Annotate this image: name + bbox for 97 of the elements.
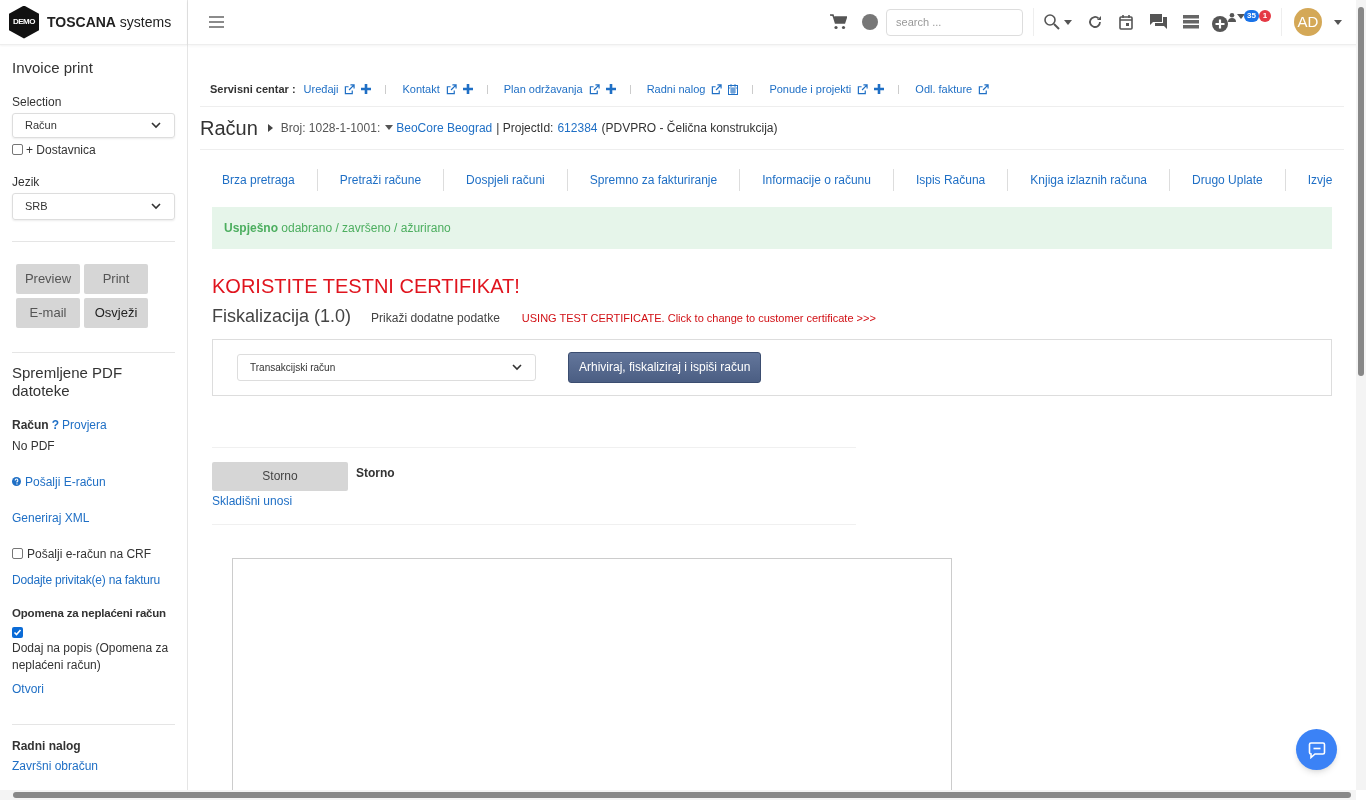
- section-label: Opomena za neplaćeni račun: [12, 605, 167, 621]
- service-link[interactable]: Radni nalog: [646, 81, 706, 98]
- service-link[interactable]: Uređaji: [303, 81, 339, 98]
- service-link[interactable]: Ponude i projekti: [769, 81, 852, 98]
- menu-icon[interactable]: [209, 16, 224, 28]
- nav-tab[interactable]: Informacije o računu: [740, 170, 893, 189]
- section-title: Spremljene PDF datoteke: [12, 363, 124, 400]
- checkbox-label: Pošalji e-račun na CRF: [27, 545, 152, 563]
- sidebar-title: Invoice print: [12, 58, 94, 78]
- caret-icon: [1237, 13, 1246, 19]
- warehouse-entries-link[interactable]: Skladišni unosi: [212, 491, 1344, 510]
- project-description: (PDVPRO - Čelična konstrukcija): [601, 119, 778, 137]
- test-certificate-link[interactable]: USING TEST CERTIFICATE. Click to change to customer certificate >>>: [521, 309, 876, 326]
- nav-tab[interactable]: Ispis Računa: [893, 170, 1008, 189]
- checkbox[interactable]: [12, 144, 23, 155]
- external-link-icon[interactable]: [445, 83, 457, 95]
- service-link[interactable]: Plan održavanja: [503, 81, 583, 98]
- vertical-scrollbar[interactable]: [1356, 0, 1366, 790]
- help-mark[interactable]: ?: [51, 415, 60, 434]
- plus-icon[interactable]: [874, 84, 885, 95]
- field-label: Selection: [12, 93, 63, 111]
- user-icon[interactable]: [1228, 12, 1237, 22]
- help-icon[interactable]: [12, 477, 21, 486]
- notification-badge[interactable]: 35: [1244, 9, 1259, 22]
- receipt-type-dropdown[interactable]: Transakcijski račun: [237, 353, 536, 381]
- service-link[interactable]: Odl. fakture: [915, 81, 973, 98]
- invoice-number: Broj: 1028-1-1001:: [280, 119, 381, 137]
- plus-icon[interactable]: [361, 84, 372, 95]
- generate-xml-link[interactable]: Generiraj XML: [12, 508, 175, 527]
- search-icon[interactable]: [1044, 14, 1061, 30]
- final-settlement-link[interactable]: Završni obračun: [12, 756, 175, 775]
- checkbox[interactable]: [12, 548, 23, 559]
- reminder-text: Dodaj na popis (Opomena za neplaćeni račun): [12, 639, 170, 674]
- checkbox-label: + Dostavnica: [26, 141, 96, 159]
- success-message: Uspješno odabrano / završeno / ažurirano: [224, 219, 451, 237]
- open-link[interactable]: Otvori: [12, 679, 175, 698]
- fiscalize-button[interactable]: Arhiviraj, fiskaliziraj i ispiši račun: [568, 351, 762, 383]
- service-link[interactable]: Kontakt: [402, 81, 440, 98]
- service-center-label: Servisni centar :: [210, 82, 296, 97]
- add-circle-icon[interactable]: [1212, 15, 1229, 32]
- show-details-link[interactable]: Prikaži dodatne podatke: [371, 308, 500, 327]
- checkbox[interactable]: [12, 626, 23, 638]
- chevron-down-icon: [150, 200, 162, 212]
- external-link-icon[interactable]: [978, 83, 990, 95]
- external-link-icon[interactable]: [588, 83, 600, 95]
- nav-tab[interactable]: Brza pretraga: [200, 170, 317, 189]
- sidebar-button[interactable]: E-mail: [16, 297, 80, 328]
- section-label: Radni nalog: [12, 737, 82, 755]
- plus-icon[interactable]: [462, 84, 473, 95]
- nav-tab[interactable]: Spremno za fakturiranje: [567, 170, 740, 189]
- language-dropdown[interactable]: SRB: [12, 192, 175, 220]
- company-link[interactable]: BeoCore Beograd: [396, 118, 493, 137]
- sidebar-button[interactable]: Print: [84, 263, 148, 294]
- notification-badge[interactable]: 1: [1259, 9, 1271, 22]
- logo-badge: DEMO: [9, 5, 39, 39]
- calendar-icon[interactable]: [728, 83, 739, 95]
- chevron-down-icon: [511, 361, 523, 373]
- calendar-icon[interactable]: [1119, 14, 1134, 30]
- nav-tab[interactable]: Knjiga izlaznih računa: [1008, 170, 1170, 189]
- pdf-status: No PDF: [12, 437, 56, 455]
- section-title: Fiskalizacija (1.0): [212, 304, 352, 328]
- storno-label: Storno: [356, 464, 395, 482]
- external-link-icon[interactable]: [857, 83, 869, 95]
- project-label: | ProjectId:: [496, 119, 554, 137]
- external-link-icon[interactable]: [344, 83, 356, 95]
- sidebar-button[interactable]: Osvježi: [84, 297, 148, 328]
- caret-right-icon: [267, 123, 273, 132]
- brand-name: TOSCANA systems: [47, 12, 172, 32]
- selection-dropdown[interactable]: Račun: [12, 112, 175, 138]
- sidebar-button[interactable]: Preview: [16, 263, 80, 294]
- chat-button[interactable]: [1296, 729, 1337, 770]
- list-icon[interactable]: [1183, 15, 1200, 29]
- section-label: Račun: [12, 416, 49, 434]
- chat-bubble-icon: [1307, 740, 1326, 759]
- nav-tab[interactable]: Drugo Uplate: [1170, 170, 1285, 189]
- certificate-warning: KORISTITE TESTNI CERTIFIKAT!: [212, 273, 521, 299]
- nav-tab[interactable]: Dospjeli računi: [444, 170, 567, 189]
- field-label: Jezik: [12, 173, 41, 191]
- caret-icon: [1334, 19, 1342, 25]
- project-link[interactable]: 612384: [557, 118, 598, 137]
- cart-icon[interactable]: [830, 14, 848, 30]
- nav-tab[interactable]: Pretraži račune: [317, 170, 444, 189]
- chevron-down-icon: [150, 119, 162, 131]
- search-field[interactable]: search ...: [886, 8, 1024, 36]
- refresh-icon[interactable]: [1088, 15, 1103, 29]
- horizontal-scrollbar[interactable]: [0, 790, 1356, 800]
- plus-icon[interactable]: [605, 84, 616, 95]
- caret-icon: [1064, 19, 1073, 25]
- storno-button[interactable]: Storno: [212, 461, 348, 491]
- nav-tab[interactable]: Izvje: [1285, 170, 1355, 189]
- attachments-link[interactable]: Dodajte privitak(e) na fakturu: [12, 570, 175, 589]
- chat-icon[interactable]: [1150, 14, 1168, 30]
- external-link-icon[interactable]: [711, 83, 723, 95]
- send-einvoice-link[interactable]: Pošalji E-račun: [25, 472, 106, 491]
- caret-icon: [385, 125, 394, 130]
- page-title: Račun: [200, 115, 258, 141]
- check-link[interactable]: Provjera: [62, 415, 107, 434]
